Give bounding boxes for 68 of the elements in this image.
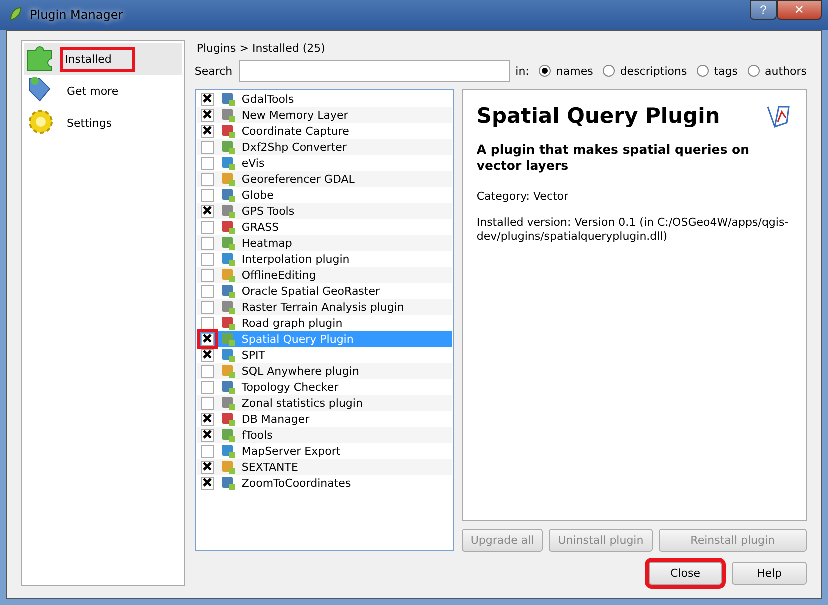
plugin-name: SQL Anywhere plugin: [242, 364, 360, 378]
sidebar-label: Settings: [66, 116, 114, 132]
in-label: in:: [516, 64, 530, 78]
plugin-name: Georeferencer GDAL: [242, 172, 355, 186]
plugin-row[interactable]: GRASS: [196, 219, 452, 235]
plugin-description: A plugin that makes spatial queries on vector layers: [476, 142, 751, 174]
plugin-row[interactable]: GPS Tools: [196, 203, 452, 219]
plugin-name: Spatial Query Plugin: [242, 332, 354, 346]
plugin-row[interactable]: MapServer Export: [196, 443, 452, 459]
plugin-row[interactable]: SPIT: [196, 347, 452, 363]
sidebar-item[interactable]: Settings: [24, 107, 182, 139]
plugin-row[interactable]: Road graph plugin: [196, 315, 452, 331]
plugin-name: Zonal statistics plugin: [242, 396, 363, 410]
plugin-row[interactable]: GdalTools: [196, 91, 452, 107]
sidebar-label: Installed: [60, 46, 135, 72]
plugin-row[interactable]: fTools: [196, 427, 452, 443]
plugin-row[interactable]: Globe: [196, 187, 452, 203]
installed-version: Installed version: Version 0.1 (in C:/OSGeo4W/apps/qgis-dev/plugins/spatialqueryplugin.dll): [476, 216, 790, 244]
plugin-name: Topology Checker: [242, 380, 339, 394]
plugin-name: DB Manager: [242, 412, 310, 426]
plugin-row[interactable]: Topology Checker: [196, 379, 452, 395]
plugin-row[interactable]: New Memory Layer: [196, 107, 452, 123]
plugin-name: MapServer Export: [242, 444, 341, 458]
plugin-name: GdalTools: [242, 92, 294, 106]
plugin-name: Dxf2Shp Converter: [242, 140, 347, 154]
plugin-row[interactable]: ZoomToCoordinates: [196, 475, 452, 491]
radio-label: authors: [765, 64, 807, 78]
plugin-name: fTools: [242, 428, 273, 442]
plugin-row[interactable]: Dxf2Shp Converter: [196, 139, 452, 155]
plugin-title: Spatial Query Plugin: [476, 104, 722, 128]
plugin-name: eVis: [242, 156, 265, 170]
plugin-name: ZoomToCoordinates: [242, 476, 352, 490]
plugin-name: New Memory Layer: [242, 108, 348, 122]
sidebar-item[interactable]: Installed: [24, 43, 182, 75]
plugin-row[interactable]: Zonal statistics plugin: [196, 395, 452, 411]
radio-label: descriptions: [620, 64, 688, 78]
plugin-name: OfflineEditing: [242, 268, 316, 282]
radio-label: names: [556, 64, 594, 78]
plugin-category: Category: Vector: [476, 190, 570, 204]
plugin-name: GPS Tools: [242, 204, 295, 218]
plugin-name: Coordinate Capture: [242, 124, 350, 138]
plugin-name: Interpolation plugin: [242, 252, 350, 266]
plugin-row[interactable]: eVis: [196, 155, 452, 171]
plugin-name: SEXTANTE: [242, 460, 298, 474]
plugin-name: Raster Terrain Analysis plugin: [242, 300, 404, 314]
plugin-row[interactable]: SQL Anywhere plugin: [196, 363, 452, 379]
plugin-name: SPIT: [242, 348, 266, 362]
plugin-row[interactable]: Raster Terrain Analysis plugin: [196, 299, 452, 315]
plugin-row[interactable]: SEXTANTE: [196, 459, 452, 475]
sidebar-label: Get more: [66, 84, 120, 100]
sidebar-item[interactable]: Get more: [24, 75, 182, 107]
plugin-row[interactable]: DB Manager: [196, 411, 452, 427]
plugin-row[interactable]: Coordinate Capture: [196, 123, 452, 139]
plugin-row[interactable]: Interpolation plugin: [196, 251, 452, 267]
search-label: Search: [194, 64, 233, 78]
plugin-row[interactable]: OfflineEditing: [196, 267, 452, 283]
breadcrumb: Plugins > Installed (25): [196, 41, 326, 55]
plugin-row[interactable]: Georeferencer GDAL: [196, 171, 452, 187]
plugin-name: GRASS: [242, 220, 280, 234]
window-title: Plugin Manager: [30, 8, 124, 22]
plugin-row[interactable]: Oracle Spatial GeoRaster: [196, 283, 452, 299]
plugin-name: Oracle Spatial GeoRaster: [242, 284, 380, 298]
plugin-name: Heatmap: [242, 236, 292, 250]
plugin-name: Globe: [242, 188, 274, 202]
plugin-row[interactable]: Heatmap: [196, 235, 452, 251]
radio-label: tags: [714, 64, 738, 78]
help-dialog-button[interactable]: Help: [732, 562, 807, 585]
plugin-name: Road graph plugin: [242, 316, 343, 330]
